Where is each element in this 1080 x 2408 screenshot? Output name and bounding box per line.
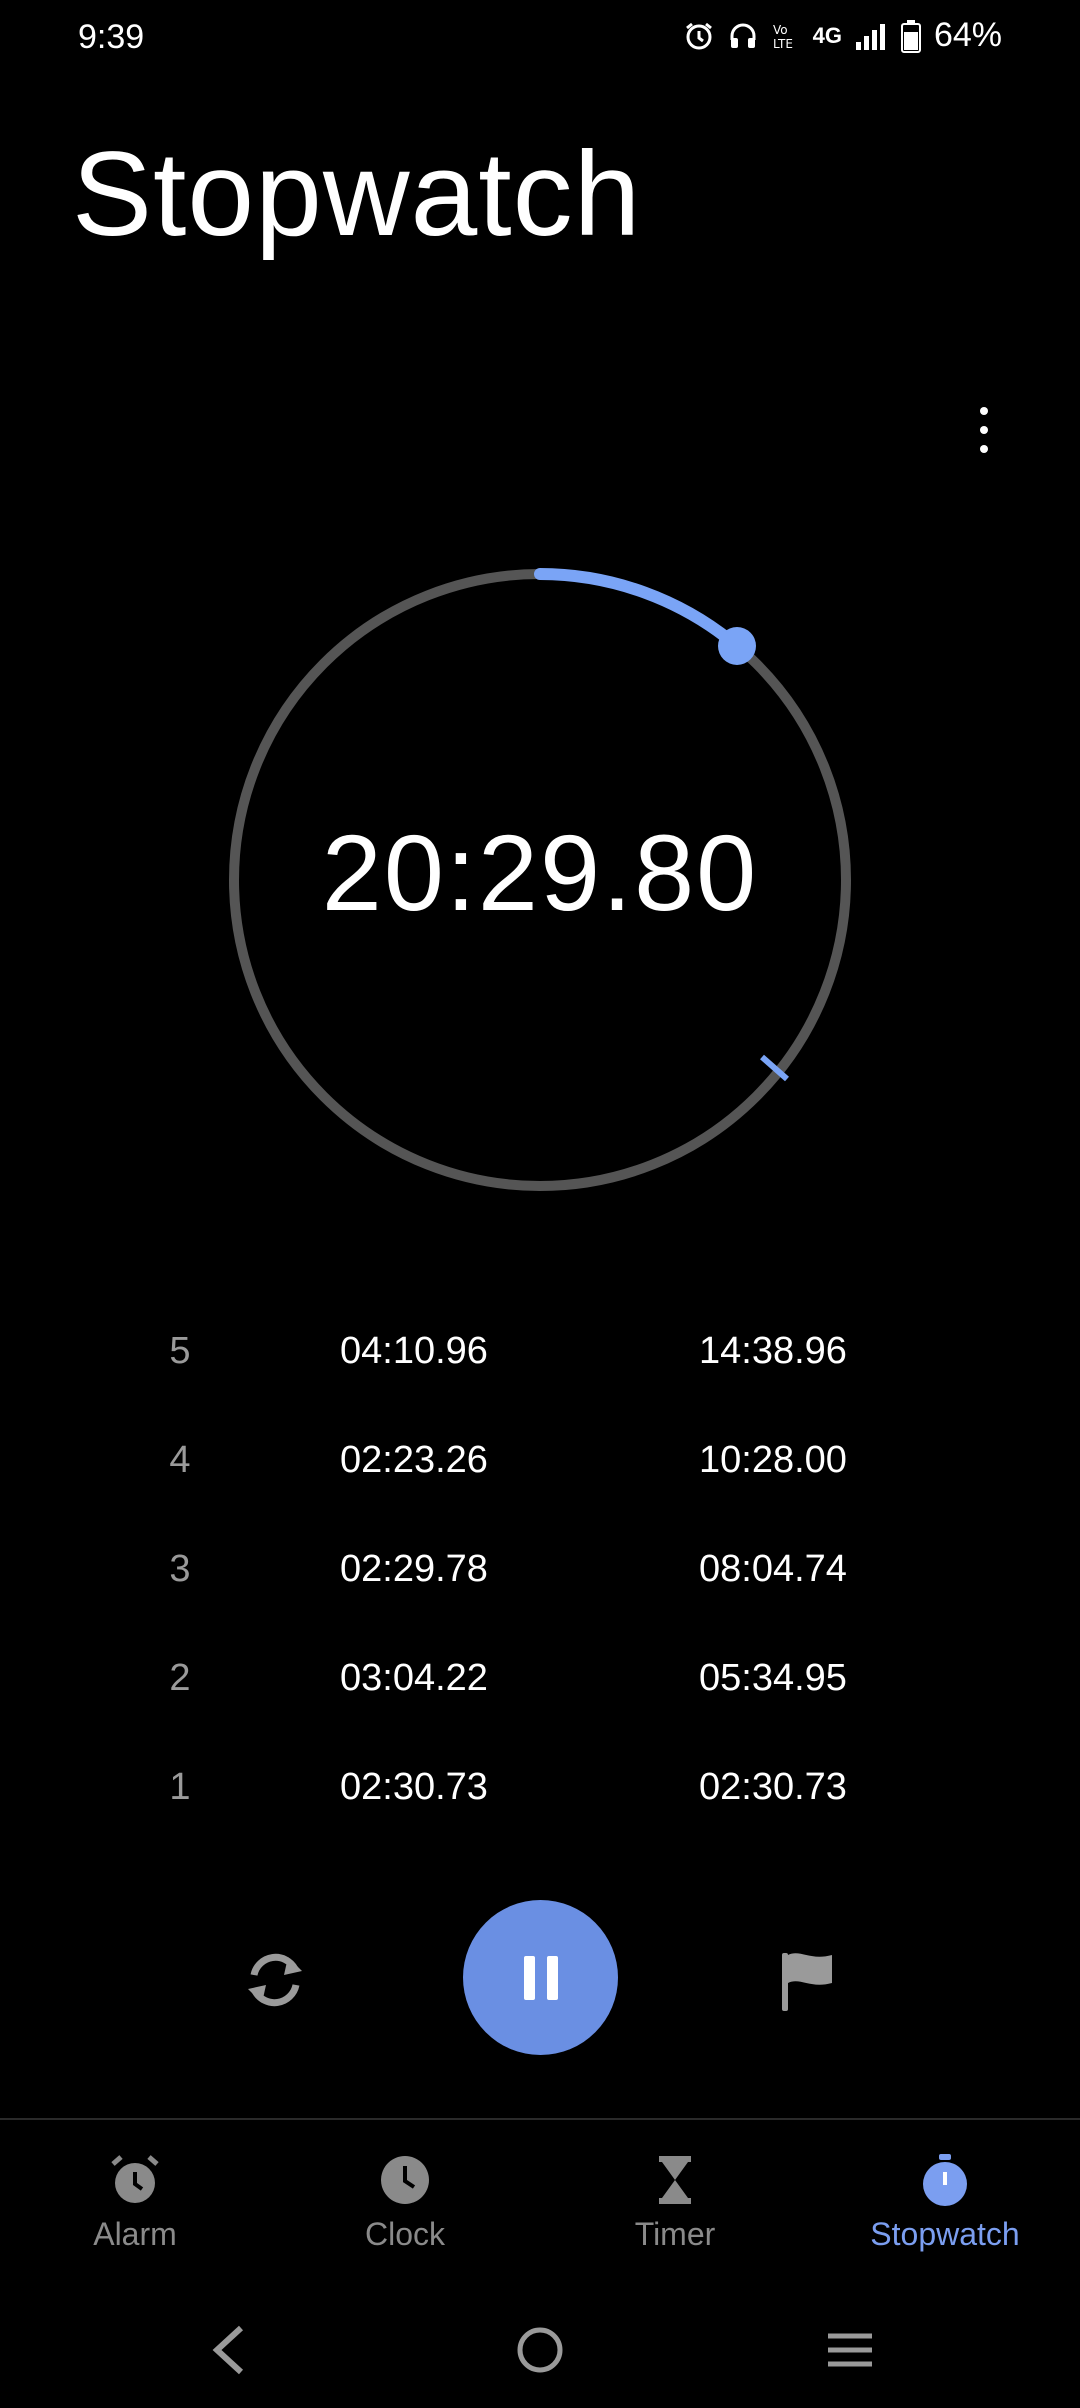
nav-divider: [0, 2118, 1080, 2120]
lap-total-time: 10:28.00: [699, 1439, 847, 1481]
lap-number: 3: [169, 1548, 191, 1590]
lap-button[interactable]: [762, 1935, 852, 2025]
lap-total-time: 02:30.73: [699, 1766, 847, 1808]
signal-icon: [854, 20, 888, 52]
nav-label-alarm: Alarm: [93, 2216, 177, 2252]
reset-button[interactable]: [230, 1935, 320, 2025]
svg-text:LTE: LTE: [773, 37, 793, 51]
lap-row: 5 04:10.96 14:38.96: [0, 1300, 1080, 1409]
lap-number: 1: [169, 1766, 191, 1808]
volte-icon: Vo LTE: [771, 20, 801, 52]
lap-list: 5 04:10.96 14:38.96 4 02:23.26 10:28.00 …: [0, 1300, 1080, 1845]
lap-number: 5: [169, 1330, 191, 1372]
lap-time: 03:04.22: [340, 1657, 488, 1699]
nav-label-stopwatch: Stopwatch: [870, 2216, 1020, 2252]
pause-icon: [523, 1955, 535, 2000]
page-title: Stopwatch: [72, 127, 642, 261]
lap-time: 02:29.78: [340, 1548, 488, 1590]
system-nav-bar: [0, 2300, 1080, 2400]
dial-progress-arc: [534, 568, 743, 652]
more-vert-icon-dot: [980, 407, 988, 415]
lap-number: 4: [169, 1439, 191, 1481]
home-button[interactable]: [490, 2300, 590, 2400]
headphones-icon: [727, 20, 759, 52]
more-vert-icon-dot: [980, 426, 988, 434]
lap-row: 1 02:30.73 02:30.73: [0, 1736, 1080, 1845]
lap-total-time: 14:38.96: [699, 1330, 847, 1372]
bottom-nav: Alarm Clock Timer Stopwatch: [0, 2150, 1080, 2270]
pause-button[interactable]: [463, 1900, 618, 2055]
lap-row: 2 03:04.22 05:34.95: [0, 1627, 1080, 1736]
recents-button[interactable]: [800, 2300, 900, 2400]
hourglass-icon: [645, 2150, 705, 2210]
status-time: 9:39: [78, 18, 145, 56]
lap-total-time: 08:04.74: [699, 1548, 847, 1590]
more-vert-icon-dot: [980, 445, 988, 453]
lap-row: 3 02:29.78 08:04.74: [0, 1518, 1080, 1627]
nav-label-timer: Timer: [634, 2216, 716, 2252]
svg-text:Vo: Vo: [773, 23, 788, 37]
flag-icon: [782, 1953, 832, 2011]
lap-time: 02:23.26: [340, 1439, 488, 1481]
lap-total-time: 05:34.95: [699, 1657, 847, 1699]
reset-icon: [248, 1953, 302, 2007]
nav-label-clock: Clock: [364, 2216, 445, 2252]
stopwatch-controls: [0, 1900, 1080, 2055]
back-button[interactable]: [178, 2300, 278, 2400]
back-icon: [212, 2325, 244, 2375]
lap-time: 04:10.96: [340, 1330, 488, 1372]
more-options-button[interactable]: [960, 395, 1008, 465]
lap-time: 02:30.73: [340, 1766, 488, 1808]
alarm-icon: [105, 2150, 165, 2210]
nav-item-timer[interactable]: Timer: [540, 2150, 810, 2270]
recents-icon: [828, 2333, 872, 2367]
status-icons: Vo LTE 4G 64%: [683, 16, 1002, 55]
lap-number: 2: [169, 1657, 191, 1699]
nav-item-alarm[interactable]: Alarm: [0, 2150, 270, 2270]
battery-percent: 64%: [933, 16, 1002, 54]
battery-icon: [900, 19, 922, 53]
clock-icon: [375, 2150, 435, 2210]
status-bar: 9:39 Vo LTE 4G 64%: [0, 0, 1080, 80]
dial-progress-head: [718, 627, 756, 665]
alarm-icon: [683, 20, 715, 52]
nav-item-stopwatch[interactable]: Stopwatch: [810, 2150, 1080, 2270]
nav-item-clock[interactable]: Clock: [270, 2150, 540, 2270]
home-icon: [517, 2327, 563, 2373]
elapsed-time: 20:29.80: [321, 812, 759, 933]
stopwatch-icon: [915, 2150, 975, 2210]
pause-icon: [546, 1955, 558, 2000]
lap-row: 4 02:23.26 10:28.00: [0, 1409, 1080, 1518]
network-type: 4G: [812, 22, 842, 48]
